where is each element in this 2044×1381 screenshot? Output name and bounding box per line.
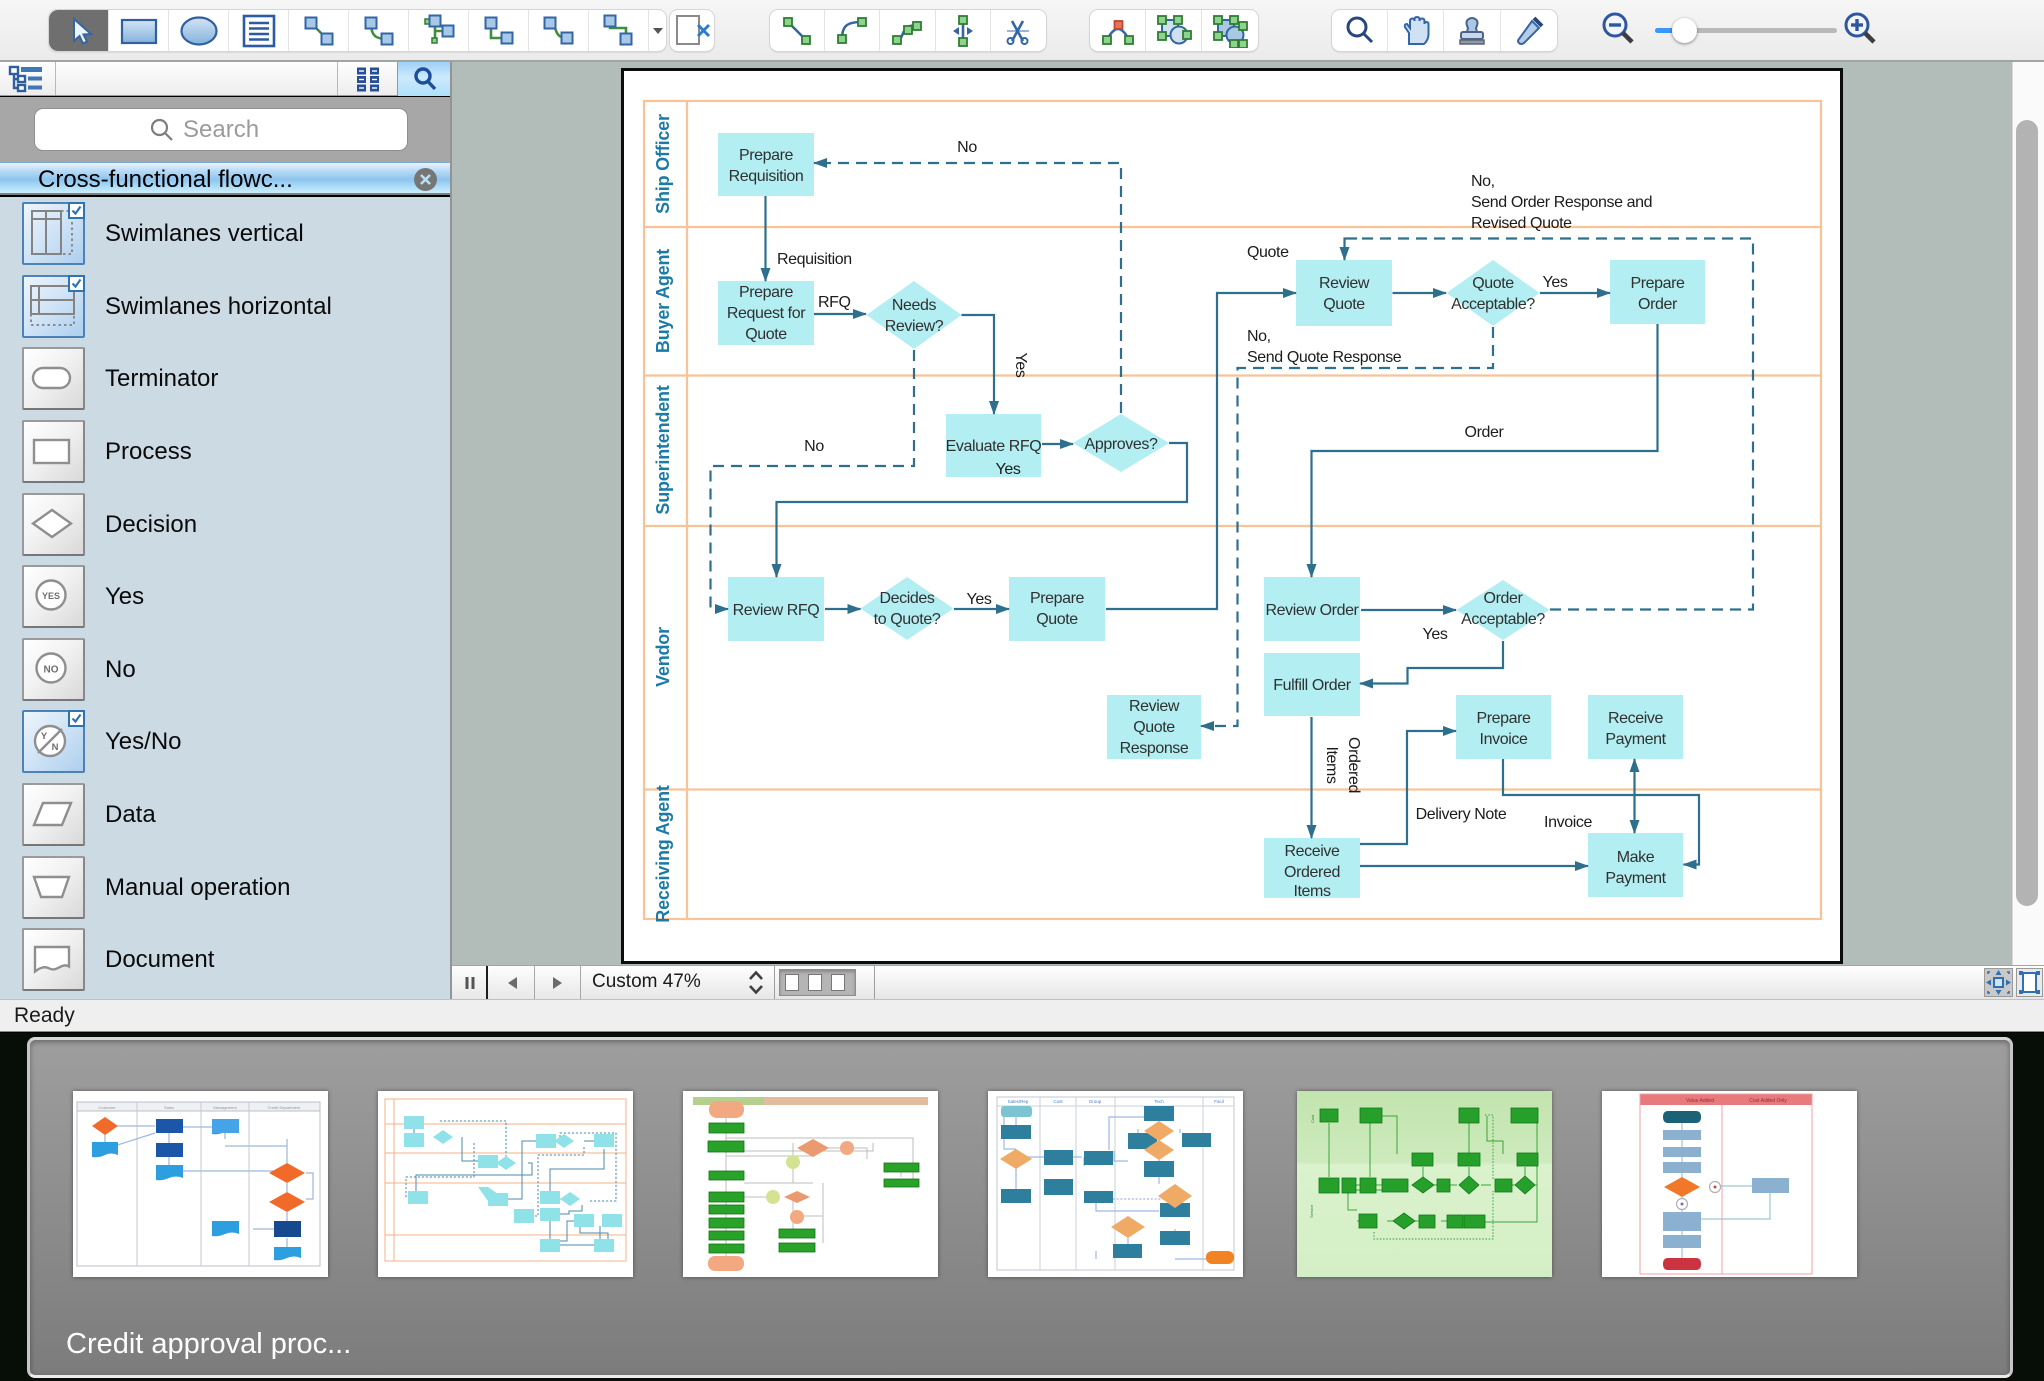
svg-text:Receive: Receive (1608, 710, 1664, 727)
svg-text:Sales/Rep: Sales/Rep (1008, 1099, 1029, 1104)
svg-text:Y: Y (41, 731, 48, 742)
svg-text:Quote: Quote (1247, 244, 1289, 261)
svg-text:Order: Order (1484, 590, 1524, 607)
svg-text:Cust: Cust (1053, 1099, 1063, 1104)
svg-text:Requisition: Requisition (777, 251, 852, 268)
svg-text:Yes: Yes (996, 461, 1021, 478)
svg-text:Yes: Yes (967, 591, 992, 608)
svg-text:Request for: Request for (727, 305, 806, 322)
svg-text:Prepare: Prepare (1476, 710, 1531, 727)
svg-text:Tech: Tech (1154, 1099, 1164, 1104)
svg-text:Vendor: Vendor (653, 627, 673, 687)
svg-text:Review: Review (1129, 698, 1180, 715)
svg-text:Items: Items (1293, 883, 1331, 900)
svg-text:Value Added: Value Added (1686, 1098, 1714, 1104)
svg-text:Approves?: Approves? (1085, 436, 1158, 453)
svg-text:Decides: Decides (879, 590, 934, 607)
svg-text:Receiving Agent: Receiving Agent (653, 785, 673, 923)
svg-text:Sales: Sales (164, 1105, 174, 1110)
svg-text:Ship Officer: Ship Officer (653, 114, 673, 214)
svg-text:Order: Order (1638, 296, 1678, 313)
svg-text:Order: Order (1465, 424, 1505, 441)
svg-text:Send Quote Response: Send Quote Response (1247, 349, 1402, 366)
svg-text:Review Order: Review Order (1265, 602, 1359, 619)
svg-text:Quote: Quote (1472, 275, 1514, 292)
svg-text:Response: Response (1120, 740, 1189, 757)
svg-text:Acceptable?: Acceptable? (1461, 611, 1545, 628)
svg-text:Prepare: Prepare (739, 284, 794, 301)
svg-text:Delivery Note: Delivery Note (1416, 806, 1507, 823)
svg-text:Superintendent: Superintendent (653, 385, 673, 514)
svg-text:Buyer Agent: Buyer Agent (653, 249, 673, 353)
svg-text:No,: No, (1471, 173, 1495, 190)
svg-text:Make: Make (1617, 849, 1655, 866)
svg-text:Review RFQ: Review RFQ (733, 602, 820, 619)
svg-text:Review: Review (1319, 275, 1370, 292)
svg-text:Review?: Review? (885, 318, 944, 335)
svg-text:Yes: Yes (1543, 274, 1568, 291)
svg-text:N: N (52, 742, 59, 753)
svg-text:Revised Quote: Revised Quote (1471, 215, 1572, 232)
svg-text:Customer: Customer (98, 1105, 116, 1110)
svg-text:Service: Service (1309, 1204, 1314, 1218)
svg-text:Ordered: Ordered (1284, 864, 1340, 881)
svg-text:Quote: Quote (1036, 611, 1078, 628)
svg-text:No: No (957, 139, 977, 156)
svg-text:Invoice: Invoice (1544, 814, 1592, 831)
svg-text:Invoice: Invoice (1480, 731, 1528, 748)
svg-text:Send Order Response and: Send Order Response and (1471, 194, 1652, 211)
svg-text:Quote: Quote (1323, 296, 1365, 313)
svg-text:NO: NO (44, 665, 59, 676)
svg-text:Prepare: Prepare (1630, 275, 1685, 292)
svg-text:No,: No, (1247, 328, 1271, 345)
svg-text:Group: Group (1089, 1099, 1102, 1104)
svg-text:Payment: Payment (1605, 870, 1666, 887)
svg-text:YES: YES (42, 591, 60, 601)
svg-text:Cust: Cust (1310, 1114, 1315, 1123)
svg-text:Requisition: Requisition (729, 168, 804, 185)
svg-text:Receive: Receive (1284, 843, 1340, 860)
svg-text:Management: Management (213, 1105, 237, 1110)
svg-text:Acceptable?: Acceptable? (1451, 296, 1535, 313)
svg-text:Cost Added Only: Cost Added Only (1749, 1098, 1787, 1104)
svg-text:No: No (804, 438, 824, 455)
svg-text:Facil: Facil (1214, 1099, 1224, 1104)
svg-text:Yes: Yes (1423, 626, 1448, 643)
svg-text:Ordered: Ordered (1345, 737, 1362, 793)
svg-text:Payment: Payment (1605, 731, 1666, 748)
svg-text:Quote: Quote (1133, 719, 1175, 736)
svg-text:Needs: Needs (892, 297, 937, 314)
svg-text:RFQ: RFQ (818, 294, 851, 311)
svg-text:to Quote?: to Quote? (874, 611, 941, 628)
svg-text:Prepare: Prepare (739, 147, 794, 164)
svg-text:Quote: Quote (745, 326, 787, 343)
svg-text:Yes: Yes (1012, 353, 1029, 378)
svg-text:Fulfill Order: Fulfill Order (1273, 677, 1352, 694)
svg-text:Items: Items (1323, 746, 1340, 784)
svg-text:Credit Department: Credit Department (268, 1105, 302, 1110)
svg-text:Evaluate RFQ: Evaluate RFQ (946, 438, 1042, 455)
svg-text:Prepare: Prepare (1030, 590, 1085, 607)
